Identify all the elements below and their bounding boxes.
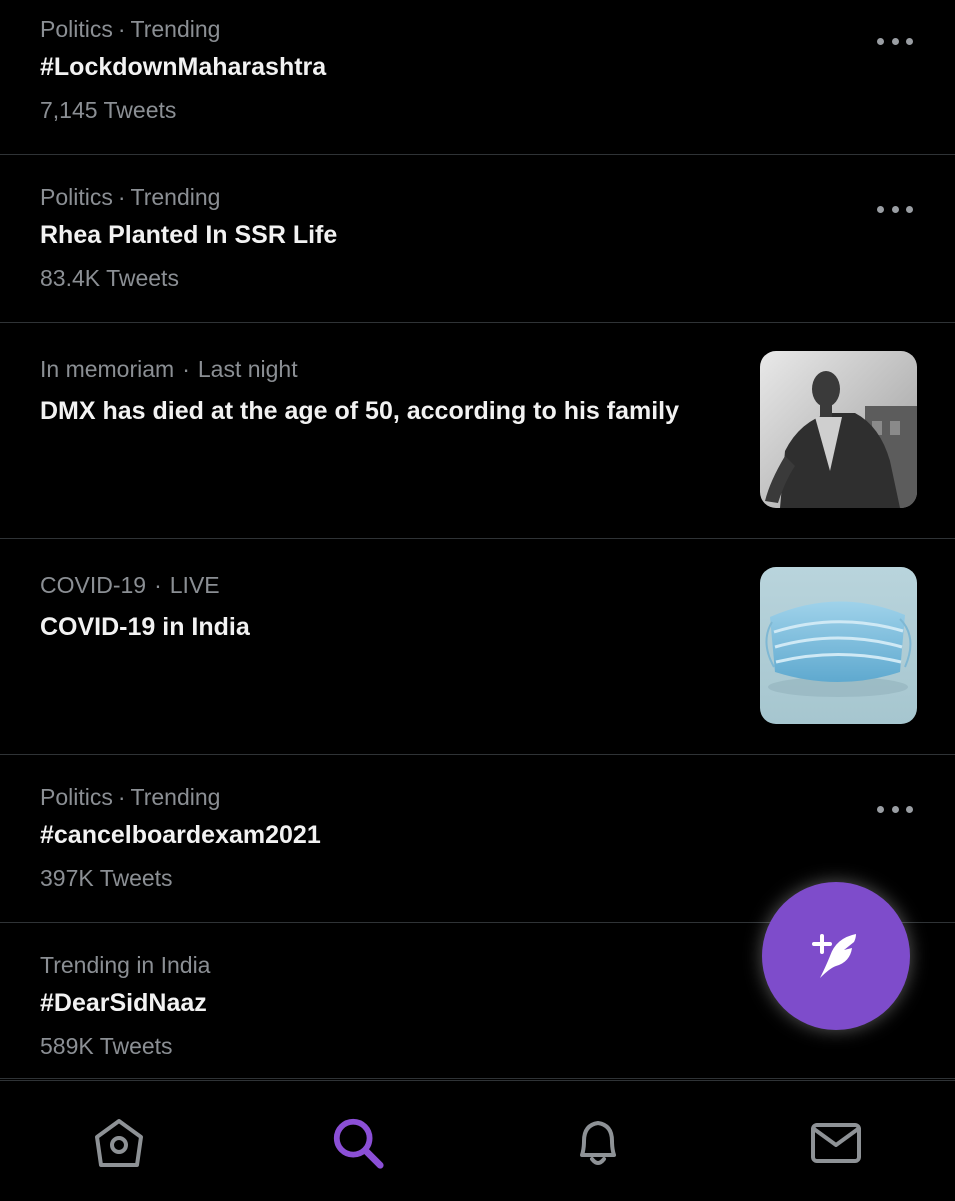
meta-separator: · — [117, 784, 126, 810]
trend-context: Last night — [197, 356, 298, 382]
compose-tweet-icon — [812, 934, 856, 978]
trend-item[interactable]: COVID-19 · LIVE COVID-19 in India — [0, 539, 955, 755]
trend-category: Politics — [40, 16, 113, 42]
meta-separator: · — [117, 16, 126, 42]
trend-context: Trending — [130, 784, 221, 810]
trend-context: Trending — [130, 184, 221, 210]
home-icon — [95, 1119, 143, 1167]
trend-title: Rhea Planted In SSR Life — [40, 221, 338, 249]
trend-title: DMX has died at the age of 50, according… — [40, 397, 680, 425]
trend-title: #DearSidNaaz — [40, 989, 207, 1017]
meta-separator: · — [182, 356, 190, 382]
bell-icon — [580, 1121, 616, 1165]
trend-context: LIVE — [169, 572, 220, 598]
trend-category: In memoriam — [40, 356, 175, 382]
search-icon — [333, 1118, 384, 1169]
more-horizontal-icon[interactable] — [877, 36, 913, 46]
trend-category: Trending in India — [40, 952, 211, 978]
trend-meta: In memoriam · Last night — [40, 356, 298, 383]
trend-count: 589K Tweets — [40, 1033, 173, 1059]
more-horizontal-icon[interactable] — [877, 204, 913, 214]
trend-title: COVID-19 in India — [40, 613, 250, 641]
meta-separator: · — [154, 572, 162, 598]
trend-context: Trending — [130, 16, 221, 42]
more-horizontal-icon[interactable] — [877, 804, 913, 814]
mail-icon — [811, 1123, 861, 1163]
trend-meta: Politics · Trending — [40, 784, 220, 811]
nav-search[interactable] — [330, 1115, 386, 1171]
nav-home[interactable] — [91, 1115, 147, 1171]
trend-count: 7,145 Tweets — [40, 97, 177, 123]
face-mask-photo — [760, 567, 917, 724]
meta-separator: · — [117, 184, 126, 210]
compose-tweet-button[interactable] — [762, 882, 910, 1030]
trend-title: #cancelboardexam2021 — [40, 821, 321, 849]
trend-item[interactable]: Politics · Trending #LockdownMaharashtra 7… — [0, 0, 955, 155]
trend-count: 397K Tweets — [40, 865, 173, 891]
trend-item[interactable]: Politics · Trending Rhea Planted In SSR Li… — [0, 155, 955, 323]
trend-category: Politics — [40, 784, 113, 810]
trend-meta: Politics · Trending — [40, 16, 220, 43]
trend-item[interactable]: In memoriam · Last night DMX has died at t… — [0, 323, 955, 539]
trend-category: COVID-19 — [40, 572, 147, 598]
trend-meta: Politics · Trending — [40, 184, 220, 211]
nav-messages[interactable] — [808, 1115, 864, 1171]
nav-notifications[interactable] — [570, 1115, 626, 1171]
trend-meta: COVID-19 · LIVE — [40, 572, 220, 599]
bottom-navigation — [0, 1080, 955, 1201]
portrait-photo — [760, 351, 917, 508]
trend-title: #LockdownMaharashtra — [40, 53, 327, 81]
trend-category: Politics — [40, 184, 113, 210]
trend-count: 83.4K Tweets — [40, 265, 179, 291]
